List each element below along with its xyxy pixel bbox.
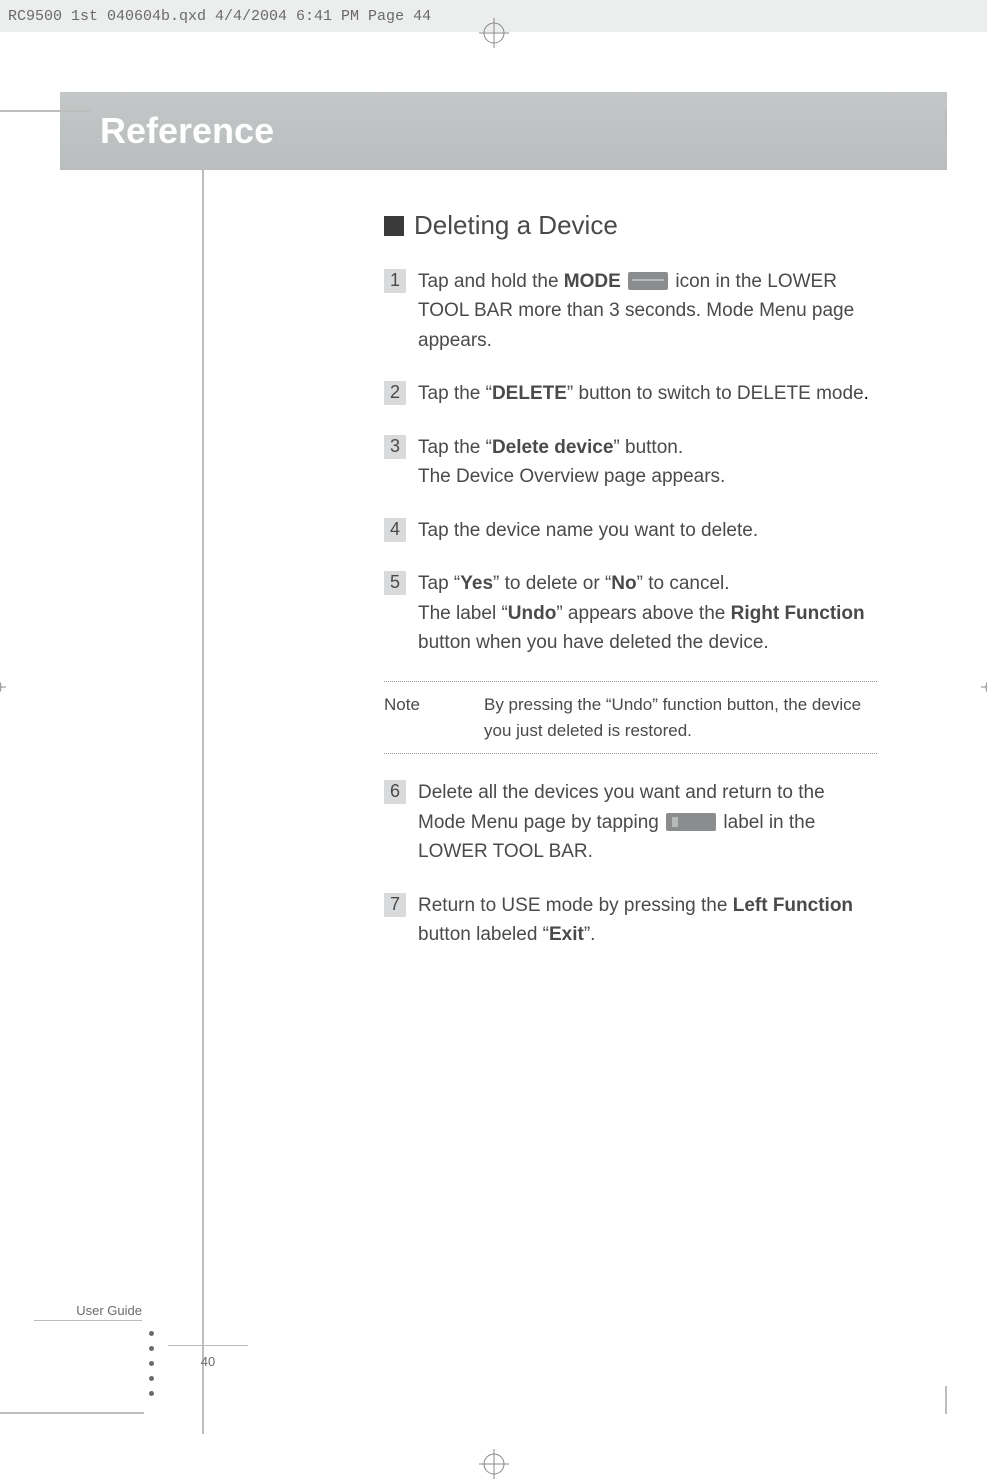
step-item: 1 Tap and hold the MODE icon in the LOWE… [384, 267, 877, 355]
step-item: 3 Tap the “Delete device” button. The De… [384, 433, 877, 492]
step-text: Delete all the devices you want and retu… [418, 778, 877, 866]
step-item: 5 Tap “Yes” to delete or “No” to cancel.… [384, 569, 877, 657]
step-number: 1 [384, 269, 406, 293]
step-text: Return to USE mode by pressing the Left … [418, 891, 877, 950]
crop-rule-top-left [0, 110, 90, 112]
step-item: 4 Tap the device name you want to delete… [384, 516, 877, 545]
step-text: Tap the device name you want to delete. [418, 516, 877, 545]
step-text: Tap “Yes” to delete or “No” to cancel. T… [418, 569, 877, 657]
mode-icon [628, 272, 668, 290]
step-item: 7 Return to USE mode by pressing the Lef… [384, 891, 877, 950]
user-guide-label: User Guide [34, 1303, 142, 1321]
footer-dots [149, 1331, 154, 1396]
section-heading: Deleting a Device [414, 210, 618, 241]
chapter-title-bar: Reference [60, 92, 947, 170]
spacer [384, 974, 877, 1334]
crop-rule-top-right [945, 110, 947, 138]
delete-label-icon [666, 813, 716, 831]
step-number: 6 [384, 780, 406, 804]
section-bullet-square [384, 216, 404, 236]
step-number: 4 [384, 518, 406, 542]
registration-mark-left [0, 672, 6, 707]
registration-mark-bottom [479, 1449, 509, 1484]
page-body: Reference Deleting a Device 1 Tap and ho… [0, 32, 987, 1474]
crop-rule-bottom-left [0, 1412, 144, 1414]
step-text: Tap and hold the MODE icon in the LOWER … [418, 267, 877, 355]
step-text: Tap the “DELETE” button to switch to DEL… [418, 379, 877, 408]
note-block: Note By pressing the “Undo” function but… [384, 681, 877, 754]
step-text: Tap the “Delete device” button. The Devi… [418, 433, 877, 492]
note-label: Note [384, 692, 444, 743]
page-number: 40 [168, 1345, 248, 1369]
note-text: By pressing the “Undo” function button, … [484, 692, 877, 743]
step-item: 2 Tap the “DELETE” button to switch to D… [384, 379, 877, 408]
content-column: Deleting a Device 1 Tap and hold the MOD… [202, 170, 947, 1434]
step-number: 3 [384, 435, 406, 459]
section-heading-row: Deleting a Device [384, 210, 877, 241]
step-number: 7 [384, 893, 406, 917]
step-item: 6 Delete all the devices you want and re… [384, 778, 877, 866]
step-number: 2 [384, 381, 406, 405]
registration-mark-right [981, 672, 987, 707]
file-header-text: RC9500 1st 040604b.qxd 4/4/2004 6:41 PM … [8, 8, 431, 25]
chapter-title: Reference [100, 110, 274, 152]
step-number: 5 [384, 571, 406, 595]
